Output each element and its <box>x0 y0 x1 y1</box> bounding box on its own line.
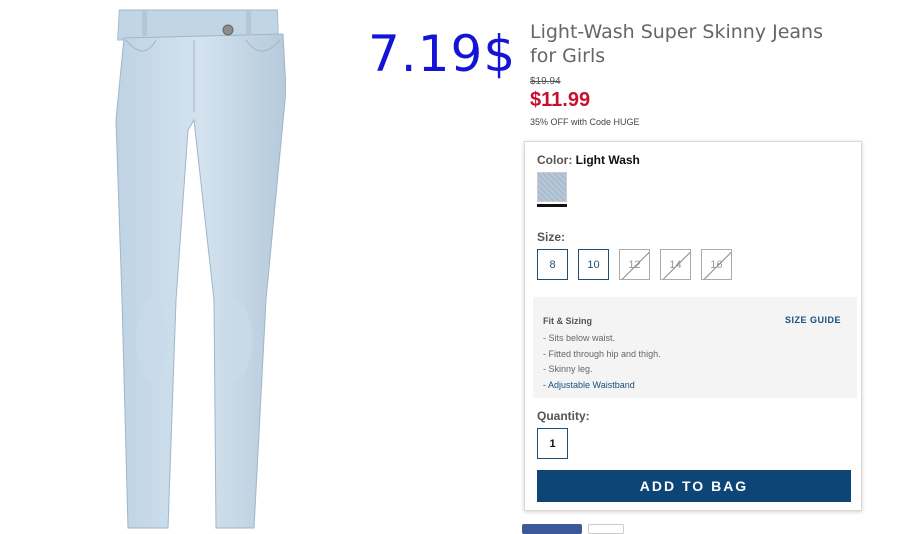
fit-list-item-link[interactable]: - Adjustable Waistband <box>543 378 661 394</box>
purchase-panel: Color: Light Wash Size: 8 10 12 14 16 Fi… <box>524 141 862 511</box>
promo-text: 35% OFF with Code HUGE <box>530 117 640 127</box>
fit-list-item: - Sits below waist. <box>543 333 616 343</box>
fit-list-item: - Skinny leg. <box>543 364 593 374</box>
size-option-16[interactable]: 16 <box>701 249 732 280</box>
product-image <box>115 9 286 529</box>
quantity-label: Quantity: <box>537 409 590 423</box>
add-to-bag-button[interactable]: ADD TO BAG <box>537 470 851 502</box>
sale-price: $11.99 <box>530 89 591 111</box>
size-options: 8 10 12 14 16 <box>537 249 732 280</box>
pinterest-share-button[interactable] <box>588 524 624 534</box>
overlay-price: 7.19$ <box>368 25 517 83</box>
product-title: Light-Wash Super Skinny Jeans for Girls <box>530 21 823 67</box>
color-label: Color: Light Wash <box>537 153 640 167</box>
color-swatch-light-wash[interactable] <box>537 172 567 202</box>
swatch-selected-indicator <box>537 204 567 207</box>
color-label-text: Color: <box>537 153 573 167</box>
social-share <box>522 524 624 534</box>
fit-list: - Sits below waist. - Fitted through hip… <box>543 331 661 393</box>
quantity-input[interactable]: 1 <box>537 428 568 459</box>
fit-list-item: - Fitted through hip and thigh. <box>543 348 661 359</box>
facebook-share-button[interactable] <box>522 524 582 534</box>
original-price: $19.94 <box>530 76 561 87</box>
fit-and-sizing-box: Fit & Sizing SIZE GUIDE - Sits below wai… <box>533 297 857 398</box>
size-label: Size: <box>537 230 566 244</box>
size-option-8[interactable]: 8 <box>537 249 568 280</box>
size-guide-link[interactable]: SIZE GUIDE <box>785 315 841 325</box>
fit-title: Fit & Sizing <box>543 316 592 326</box>
size-option-14[interactable]: 14 <box>660 249 691 280</box>
size-option-10[interactable]: 10 <box>578 249 609 280</box>
color-value: Light Wash <box>575 153 640 167</box>
size-option-12[interactable]: 12 <box>619 249 650 280</box>
